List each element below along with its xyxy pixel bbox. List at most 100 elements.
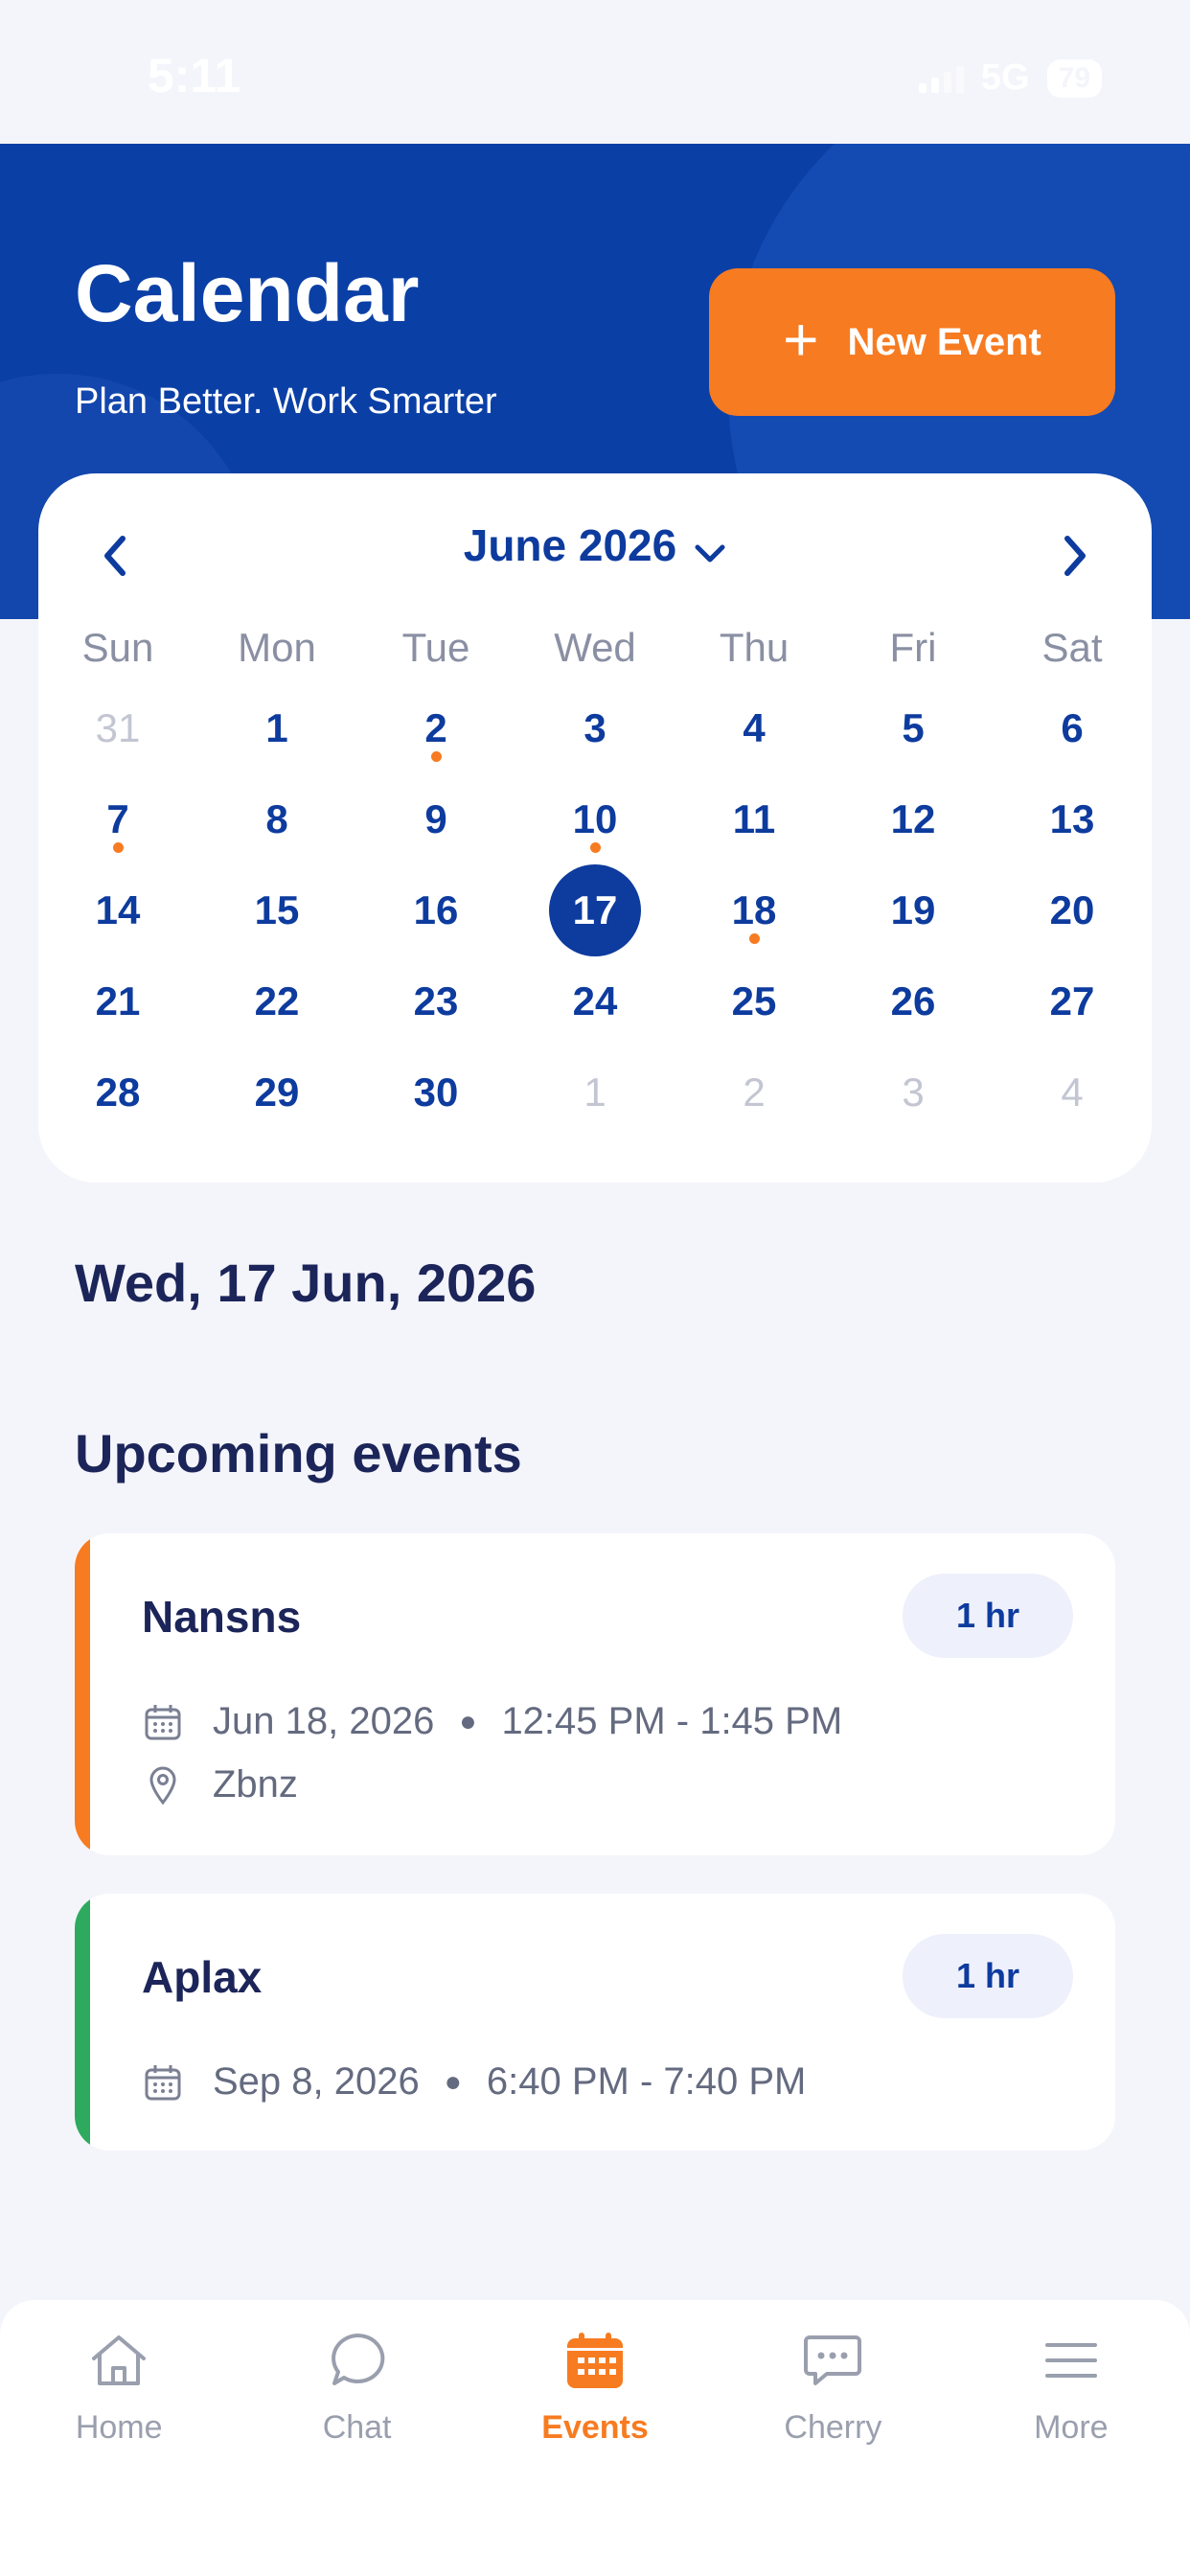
nav-events[interactable]: Events <box>476 2300 714 2576</box>
event-color-bar <box>75 1894 90 2150</box>
nav-label: More <box>1034 2409 1109 2446</box>
nav-label: Chat <box>322 2409 392 2446</box>
day-number: 30 <box>413 1070 459 1115</box>
month-selector[interactable]: June 2026 <box>38 519 1152 575</box>
weekday-label: Fri <box>889 625 937 670</box>
weekday-label: Sat <box>1041 625 1103 670</box>
chevron-right-icon <box>1064 536 1086 576</box>
event-title: Aplax <box>142 1952 263 2002</box>
new-event-button[interactable]: + New Event <box>709 268 1115 416</box>
event-date: Sep 8, 2026 <box>213 2060 420 2103</box>
calendar-icon <box>142 2061 184 2104</box>
nav-more[interactable]: More <box>952 2300 1190 2576</box>
month-navigation: June 2026 <box>38 519 1152 596</box>
day-number: 22 <box>254 978 300 1024</box>
event-card[interactable]: Aplax 1 hr Sep 8, 2026 ● 6:40 PM - 7:40 … <box>75 1894 1115 2150</box>
day-number: 31 <box>95 705 141 750</box>
message-dots-icon <box>799 2327 866 2394</box>
calendar-day[interactable]: 28 <box>38 1068 197 1159</box>
next-month-button[interactable] <box>1046 527 1104 585</box>
chevron-down-icon <box>694 523 726 575</box>
event-indicator-dot <box>590 842 601 853</box>
day-number: 9 <box>424 796 447 841</box>
day-number: 15 <box>254 887 300 932</box>
day-number: 26 <box>890 978 936 1024</box>
day-number: 24 <box>572 978 618 1024</box>
network-type: 5G <box>980 58 1030 98</box>
weekday-label: Sun <box>81 625 154 670</box>
day-number: 6 <box>1061 705 1084 750</box>
event-title: Nansns <box>142 1592 302 1642</box>
weekday-label: Wed <box>554 625 636 670</box>
event-indicator-dot <box>431 751 442 762</box>
day-number: 27 <box>1049 978 1095 1024</box>
calendar-icon <box>142 1701 184 1743</box>
day-number: 3 <box>902 1070 925 1115</box>
calendar-icon <box>561 2327 629 2394</box>
new-event-label: New Event <box>847 320 1041 363</box>
event-datetime: Jun 18, 2026 ● 12:45 PM - 1:45 PM <box>142 1700 842 1743</box>
nav-label: Cherry <box>784 2409 882 2446</box>
nav-cherry[interactable]: Cherry <box>714 2300 951 2576</box>
calendar-day[interactable]: 3 <box>834 1068 993 1159</box>
event-time: 6:40 PM - 7:40 PM <box>486 2060 807 2103</box>
day-number: 25 <box>731 978 777 1024</box>
day-number: 5 <box>902 705 925 750</box>
calendar-day[interactable]: 29 <box>197 1068 356 1159</box>
days-grid: 31 1 2 3 4 5 6 7 8 9 10 11 12 13 14 15 16 17 18 19 20 21 22 23 2… <box>38 703 1152 1159</box>
page-subtitle: Plan Better. Work Smarter <box>75 381 497 422</box>
day-number: 4 <box>743 705 766 750</box>
weekday-label: Mon <box>238 625 316 670</box>
status-bar: 5:11 5G 79 <box>0 0 1190 144</box>
event-indicator-dot <box>113 842 124 853</box>
status-time: 5:11 <box>148 49 241 103</box>
day-number: 17 <box>549 864 641 956</box>
calendar-day[interactable]: 2 <box>675 1068 834 1159</box>
day-number: 1 <box>584 1070 606 1115</box>
event-card[interactable]: Nansns 1 hr Jun 18, 2026 ● 12:45 PM - 1:… <box>75 1533 1115 1855</box>
event-location: Zbnz <box>213 1763 298 1806</box>
separator-dot: ● <box>459 1705 477 1737</box>
event-duration-badge: 1 hr <box>903 1574 1073 1658</box>
calendar-day[interactable]: 30 <box>356 1068 515 1159</box>
menu-icon <box>1038 2327 1105 2394</box>
nav-label: Home <box>75 2409 163 2446</box>
day-number: 8 <box>265 796 288 841</box>
event-duration-badge: 1 hr <box>903 1934 1073 2018</box>
status-indicators: 5G 79 <box>918 58 1102 99</box>
day-number: 29 <box>254 1070 300 1115</box>
page-title: Calendar <box>75 248 420 338</box>
event-location-row: Zbnz <box>142 1763 298 1806</box>
signal-icon <box>918 64 964 93</box>
weekday-label: Tue <box>401 625 470 670</box>
day-number: 13 <box>1049 796 1095 841</box>
day-number: 2 <box>743 1070 766 1115</box>
calendar-card: June 2026 Sun Mon Tue Wed Thu Fri Sat 31 1 2 3 4 5 6… <box>38 473 1152 1183</box>
plus-icon: + <box>783 305 819 374</box>
day-number: 20 <box>1049 887 1095 932</box>
event-time: 12:45 PM - 1:45 PM <box>501 1700 843 1742</box>
day-number: 23 <box>413 978 459 1024</box>
day-number: 3 <box>584 705 606 750</box>
weekday-label: Thu <box>719 625 790 670</box>
day-number: 14 <box>95 887 141 932</box>
bottom-navigation: Home Chat Events Cherry More <box>0 2300 1190 2576</box>
calendar-day[interactable]: 4 <box>993 1068 1152 1159</box>
chat-bubble-icon <box>324 2327 391 2394</box>
calendar-week: 28 29 30 1 2 3 4 <box>38 1068 1152 1159</box>
weekday-header: Sun Mon Tue Wed Thu Fri Sat <box>38 625 1152 671</box>
nav-home[interactable]: Home <box>0 2300 238 2576</box>
home-icon <box>85 2327 152 2394</box>
upcoming-events-heading: Upcoming events <box>75 1423 522 1484</box>
day-number: 4 <box>1061 1070 1084 1115</box>
day-number: 19 <box>890 887 936 932</box>
event-date: Jun 18, 2026 <box>213 1700 435 1742</box>
selected-date: Wed, 17 Jun, 2026 <box>75 1253 537 1313</box>
month-label: June 2026 <box>463 520 677 570</box>
nav-chat[interactable]: Chat <box>238 2300 475 2576</box>
calendar-day[interactable]: 1 <box>515 1068 675 1159</box>
event-datetime: Sep 8, 2026 ● 6:40 PM - 7:40 PM <box>142 2060 806 2104</box>
event-indicator-dot <box>749 933 760 944</box>
day-number: 11 <box>732 796 776 841</box>
day-number: 28 <box>95 1070 141 1115</box>
